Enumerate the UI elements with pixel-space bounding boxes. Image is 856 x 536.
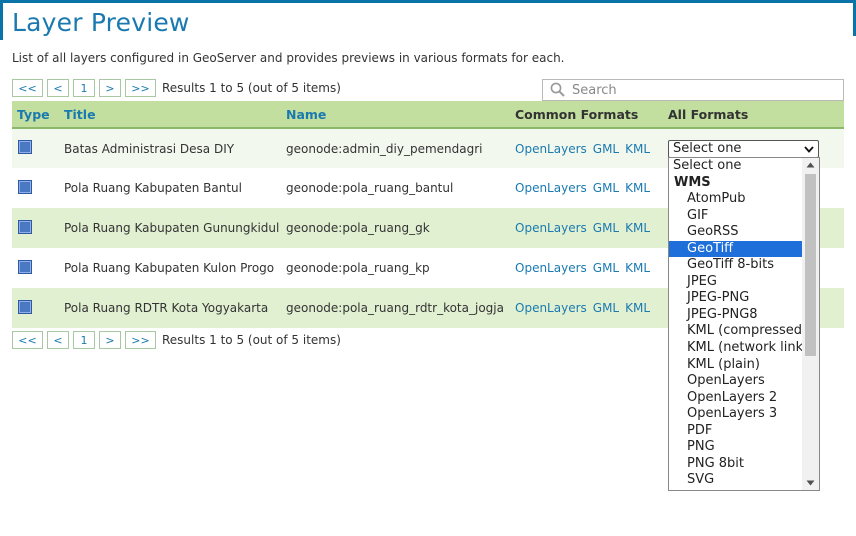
pager-top: << < 1 > >> Results 1 to 5 (out of 5 ite…	[12, 79, 341, 97]
dropdown-option[interactable]: PNG	[669, 439, 803, 456]
column-header-common-formats: Common Formats	[515, 106, 639, 122]
dropdown-options: Select one WMS AtomPub GIF GeoRSS GeoTiff GeoT…	[669, 158, 808, 489]
layer-title: Pola Ruang Kabupaten Gunungkidul	[64, 221, 280, 235]
pager-bottom: << < 1 > >> Results 1 to 5 (out of 5 ite…	[12, 331, 341, 349]
pager-summary: Results 1 to 5 (out of 5 items)	[162, 81, 341, 95]
pager-prev-button[interactable]: <	[47, 331, 69, 349]
kml-link[interactable]: KML	[625, 221, 650, 235]
openlayers-link[interactable]: OpenLayers	[515, 261, 587, 275]
layer-name: geonode:pola_ruang_kp	[286, 261, 430, 275]
scrollbar-thumb[interactable]	[805, 174, 816, 356]
dropdown-option[interactable]: GeoTiff 8-bits	[669, 257, 803, 274]
column-header-type[interactable]: Type	[12, 101, 59, 128]
pager-next-button[interactable]: >	[99, 331, 121, 349]
scroll-up-arrow[interactable]	[802, 158, 819, 172]
gml-link[interactable]: GML	[593, 142, 619, 156]
polygon-layer-icon	[18, 140, 32, 154]
layer-name: geonode:pola_ruang_bantul	[286, 181, 454, 195]
gml-link[interactable]: GML	[593, 181, 619, 195]
scroll-down-arrow[interactable]	[802, 476, 819, 490]
column-header-all-formats: All Formats	[668, 106, 749, 122]
layer-name: geonode:admin_diy_pemendagri	[286, 141, 483, 156]
layer-title: Pola Ruang RDTR Kota Yogyakarta	[64, 301, 269, 315]
layer-name: geonode:pola_ruang_rdtr_kota_jogja	[286, 301, 504, 315]
dropdown-option[interactable]: OpenLayers 2	[669, 390, 803, 407]
window-frame-top	[0, 0, 856, 3]
openlayers-link[interactable]: OpenLayers	[515, 221, 587, 235]
page-title: Layer Preview	[12, 8, 190, 37]
pager-first-button[interactable]: <<	[12, 331, 43, 349]
polygon-layer-icon	[18, 219, 32, 234]
dropdown-option[interactable]: KML (network link)	[669, 340, 808, 357]
column-header-name[interactable]: Name	[281, 101, 510, 128]
dropdown-option[interactable]: GeoTiff	[669, 240, 803, 258]
dropdown-option[interactable]: JPEG-PNG8	[669, 307, 803, 324]
polygon-layer-icon	[18, 259, 32, 274]
dropdown-option[interactable]: PNG 8bit	[669, 456, 803, 473]
pager-last-button[interactable]: >>	[125, 331, 156, 349]
kml-link[interactable]: KML	[625, 142, 650, 156]
pager-prev-button[interactable]: <	[47, 79, 69, 97]
table-header-row: Type Title Name Common Formats All Forma…	[12, 101, 844, 128]
column-header-title[interactable]: Title	[59, 101, 281, 128]
dropdown-option[interactable]: AtomPub	[669, 191, 803, 208]
dropdown-option[interactable]: JPEG	[669, 274, 803, 291]
openlayers-link[interactable]: OpenLayers	[515, 181, 587, 195]
search-input[interactable]	[570, 81, 843, 99]
dropdown-scrollbar[interactable]	[802, 158, 819, 490]
pager-page-button[interactable]: 1	[73, 331, 95, 349]
pager-last-button[interactable]: >>	[125, 79, 156, 97]
dropdown-option[interactable]: KML (compressed)	[669, 323, 807, 340]
search-box[interactable]	[542, 79, 844, 101]
polygon-layer-icon	[18, 299, 32, 314]
dropdown-option[interactable]: GeoRSS	[669, 224, 803, 241]
all-formats-select-value: Select one	[673, 141, 742, 156]
layer-name: geonode:pola_ruang_gk	[286, 221, 430, 235]
window-frame-left	[0, 0, 3, 40]
kml-link[interactable]: KML	[625, 261, 650, 275]
search-icon	[549, 81, 567, 99]
dropdown-option[interactable]: GIF	[669, 208, 803, 225]
kml-link[interactable]: KML	[625, 301, 650, 315]
openlayers-link[interactable]: OpenLayers	[515, 142, 587, 156]
dropdown-option[interactable]: SVG	[669, 472, 803, 489]
layer-title: Pola Ruang Kabupaten Kulon Progo	[64, 261, 275, 275]
pager-first-button[interactable]: <<	[12, 79, 43, 97]
all-formats-select[interactable]: Select one	[668, 139, 819, 158]
polygon-layer-icon	[18, 179, 32, 194]
openlayers-link[interactable]: OpenLayers	[515, 301, 587, 315]
kml-link[interactable]: KML	[625, 181, 650, 195]
dropdown-option[interactable]: KML (plain)	[669, 357, 803, 374]
gml-link[interactable]: GML	[593, 261, 619, 275]
page-description: List of all layers configured in GeoServ…	[12, 51, 565, 65]
dropdown-option[interactable]: OpenLayers 3	[669, 406, 803, 423]
layer-title: Batas Administrasi Desa DIY	[64, 141, 235, 156]
pager-page-button[interactable]: 1	[73, 79, 95, 97]
dropdown-option[interactable]: Select one	[669, 158, 803, 175]
chevron-down-icon	[804, 145, 814, 153]
gml-link[interactable]: GML	[593, 221, 619, 235]
dropdown-option-group: WMS	[674, 174, 711, 190]
layer-title: Pola Ruang Kabupaten Bantul	[64, 181, 242, 195]
gml-link[interactable]: GML	[593, 301, 619, 315]
pager-next-button[interactable]: >	[99, 79, 121, 97]
dropdown-option[interactable]: OpenLayers	[669, 373, 803, 390]
all-formats-dropdown-list[interactable]: Select one WMS AtomPub GIF GeoRSS GeoTiff GeoT…	[668, 157, 820, 491]
dropdown-option[interactable]: JPEG-PNG	[669, 290, 803, 307]
pager-summary: Results 1 to 5 (out of 5 items)	[162, 333, 341, 347]
dropdown-option[interactable]: PDF	[669, 423, 803, 440]
